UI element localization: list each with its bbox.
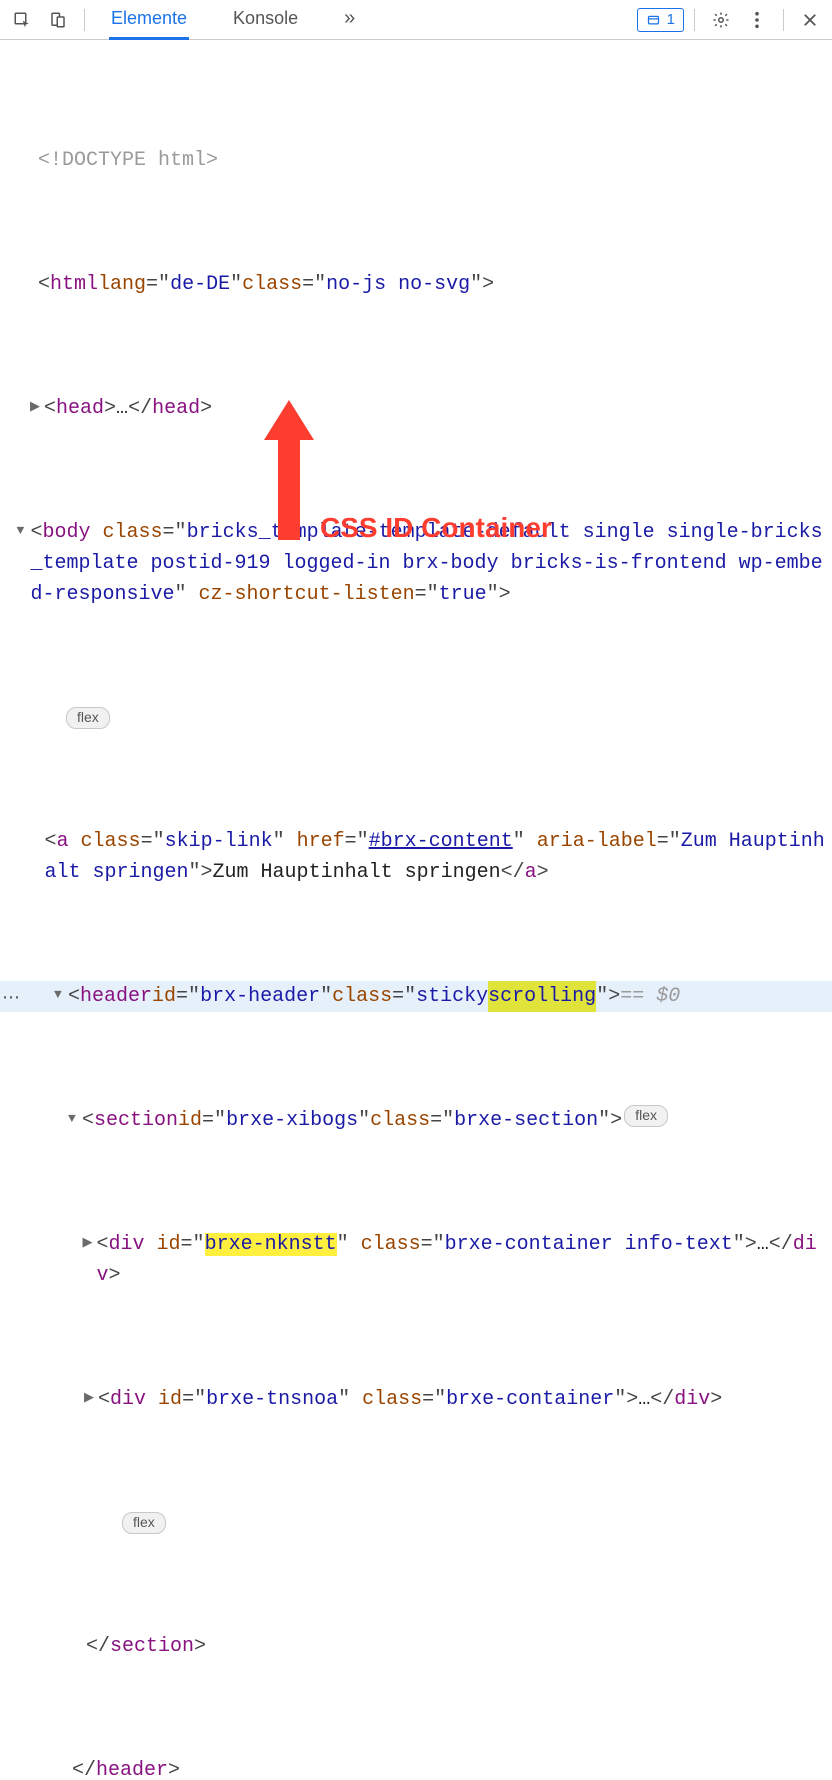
gear-icon[interactable] bbox=[705, 4, 737, 36]
tab-console[interactable]: Konsole bbox=[231, 0, 300, 40]
expand-caret-icon[interactable]: ▶ bbox=[82, 1229, 96, 1253]
dom-tree[interactable]: ▶<!DOCTYPE html> ▶<html lang="de-DE" cla… bbox=[0, 40, 832, 1780]
flex-badge-row: flex bbox=[0, 703, 832, 733]
separator bbox=[694, 9, 695, 31]
separator bbox=[783, 9, 784, 31]
dom-node-section-close[interactable]: </section> bbox=[0, 1631, 832, 1662]
collapse-caret-icon[interactable]: ▼ bbox=[16, 517, 30, 541]
expand-caret-icon[interactable]: ▶ bbox=[84, 1384, 98, 1408]
dom-node-div-highlighted[interactable]: ▶<div id="brxe-nknstt" class="brxe-conta… bbox=[0, 1229, 832, 1291]
selected-node-indicator: == $0 bbox=[620, 981, 680, 1012]
annotation-arrow-icon bbox=[262, 400, 316, 540]
dom-node-doctype[interactable]: ▶<!DOCTYPE html> bbox=[0, 145, 832, 176]
tab-elements[interactable]: Elemente bbox=[109, 0, 189, 40]
dom-node-header-close[interactable]: </header> bbox=[0, 1755, 832, 1780]
flex-badge[interactable]: flex bbox=[122, 1512, 166, 1534]
dom-node-html-open[interactable]: ▶<html lang="de-DE" class="no-js no-svg"… bbox=[0, 269, 832, 300]
close-icon[interactable] bbox=[794, 4, 826, 36]
dom-node-header[interactable]: ▼<header id="brx-header" class="sticky s… bbox=[0, 981, 832, 1012]
separator bbox=[84, 9, 85, 31]
dom-node-div[interactable]: ▶<div id="brxe-tnsnoa" class="brxe-conta… bbox=[0, 1384, 832, 1415]
expand-caret-icon[interactable]: ▶ bbox=[30, 393, 44, 417]
dom-node-a[interactable]: <a class="skip-link" href="#brx-content"… bbox=[0, 826, 832, 888]
kebab-menu-icon[interactable] bbox=[741, 4, 773, 36]
device-toggle-icon[interactable] bbox=[42, 4, 74, 36]
flex-badge[interactable]: flex bbox=[624, 1105, 668, 1127]
inspect-icon[interactable] bbox=[6, 4, 38, 36]
issues-chip[interactable]: 1 bbox=[637, 8, 684, 32]
panel-tabs: Elemente Konsole » bbox=[109, 0, 357, 40]
dom-node-head[interactable]: ▶<head>…</head> bbox=[0, 393, 832, 424]
tabs-overflow-icon[interactable]: » bbox=[342, 0, 357, 40]
flex-badge-row: flex bbox=[0, 1508, 832, 1538]
flex-badge[interactable]: flex bbox=[66, 707, 110, 729]
devtools-toolbar: Elemente Konsole » 1 bbox=[0, 0, 832, 40]
collapse-caret-icon[interactable]: ▼ bbox=[68, 1105, 82, 1129]
dom-node-section[interactable]: ▼<section id="brxe-xibogs" class="brxe-s… bbox=[0, 1105, 832, 1136]
dom-node-body[interactable]: ▼<body class="bricks_template-template-d… bbox=[0, 517, 832, 610]
collapse-caret-icon[interactable]: ▼ bbox=[54, 981, 68, 1005]
issues-count: 1 bbox=[667, 11, 675, 28]
